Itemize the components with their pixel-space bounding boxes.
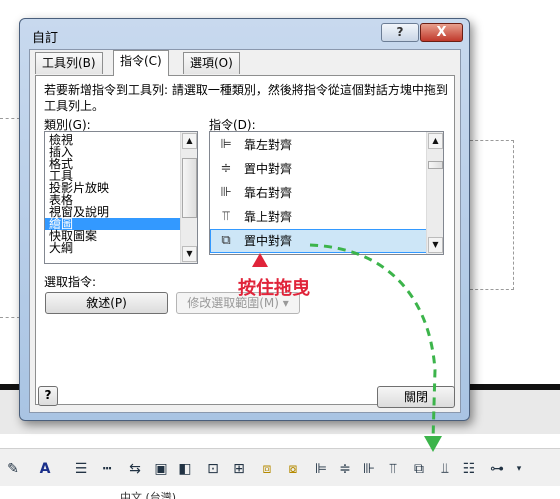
tab-commands[interactable]: 指令(C) xyxy=(113,50,169,76)
red-pointer-arrow xyxy=(252,253,268,267)
drag-hint-text: 按住拖曳 xyxy=(238,278,310,299)
drag-arrow-head xyxy=(424,436,442,452)
drag-path xyxy=(309,243,437,441)
drag-path-arrow xyxy=(309,243,442,452)
